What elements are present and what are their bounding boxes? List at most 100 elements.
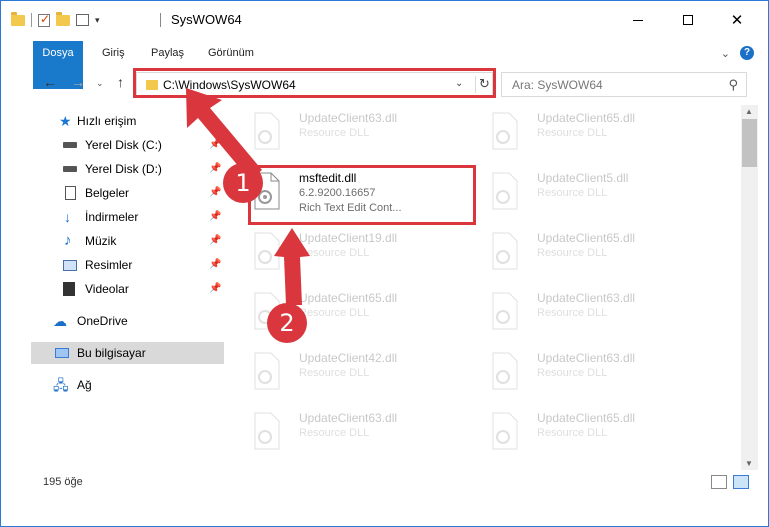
music-icon: ♪	[64, 232, 72, 249]
help-icon[interactable]: ?	[740, 46, 754, 60]
sidebar-item-label: Videolar	[85, 282, 129, 296]
dll-file-icon	[492, 172, 518, 210]
search-icon[interactable]: ⚲	[728, 77, 738, 93]
cloud-icon: ☁	[53, 313, 67, 329]
file-name: UpdateClient65.dll	[537, 111, 636, 125]
address-highlight-box	[133, 68, 496, 98]
scroll-down-icon[interactable]: ▼	[745, 459, 753, 468]
computer-icon	[55, 348, 69, 358]
pin-icon[interactable]: 📌	[209, 187, 221, 198]
file-item[interactable]: UpdateClient65.dll Resource DLL	[467, 107, 697, 155]
file-item[interactable]: UpdateClient63.dll Resource DLL	[467, 287, 697, 335]
close-button[interactable]: ✕	[714, 1, 760, 39]
dll-file-icon	[492, 292, 518, 330]
sidebar-item-videos[interactable]: Videolar 📌	[31, 278, 224, 300]
pin-icon[interactable]: 📌	[209, 235, 221, 246]
tab-view[interactable]: Görünüm	[208, 41, 254, 65]
scroll-up-icon[interactable]: ▲	[745, 107, 753, 116]
tab-share[interactable]: Paylaş	[151, 41, 184, 65]
customize-dropdown-icon[interactable]: ▾	[95, 15, 100, 26]
dll-file-icon	[254, 112, 280, 150]
forward-arrow-icon[interactable]: →	[71, 74, 85, 90]
sidebar-item-quick-access[interactable]: ★ Hızlı erişim	[31, 110, 224, 132]
tab-home[interactable]: Giriş	[102, 41, 125, 65]
star-icon: ★	[59, 113, 72, 129]
customize-icon[interactable]	[76, 14, 89, 26]
pin-icon[interactable]: 📌	[209, 139, 221, 150]
details-view-icon[interactable]	[711, 475, 727, 489]
file-type: Resource DLL	[537, 367, 608, 379]
file-name: UpdateClient5.dll	[537, 171, 629, 185]
properties-check-icon[interactable]	[38, 12, 50, 27]
dll-file-icon	[254, 412, 280, 450]
file-item[interactable]: UpdateClient65.dll Resource DLL	[229, 287, 459, 335]
sidebar-item-onedrive[interactable]: ☁ OneDrive	[31, 310, 224, 332]
sidebar-item-downloads[interactable]: ↓ İndirmeler 📌	[31, 206, 224, 228]
sidebar-item-label: Yerel Disk (C:)	[85, 138, 162, 152]
file-name: UpdateClient63.dll	[537, 291, 636, 305]
file-item[interactable]: UpdateClient65.dll Resource DLL	[467, 227, 697, 275]
sidebar-item-label: Hızlı erişim	[77, 114, 137, 128]
recent-locations-icon[interactable]: ⌄	[96, 78, 104, 89]
file-type: Resource DLL	[299, 427, 370, 439]
close-icon: ✕	[730, 12, 744, 29]
file-type: Resource DLL	[537, 307, 608, 319]
expand-ribbon-icon[interactable]: ⌄	[721, 47, 730, 60]
sidebar-item-pictures[interactable]: Resimler 📌	[31, 254, 224, 276]
file-list: UpdateClient63.dll Resource DLL UpdateCl…	[229, 105, 741, 457]
title-divider	[160, 13, 161, 27]
file-name: UpdateClient42.dll	[299, 351, 398, 365]
new-folder-icon[interactable]	[56, 11, 70, 26]
large-icons-view-icon[interactable]	[733, 475, 749, 489]
sidebar-item-local-disk-c[interactable]: Yerel Disk (C:) 📌	[31, 134, 224, 156]
sidebar-item-documents[interactable]: Belgeler 📌	[31, 182, 224, 204]
sidebar-item-local-disk-d[interactable]: Yerel Disk (D:) 📌	[31, 158, 224, 180]
sidebar-item-label: Belgeler	[85, 186, 130, 200]
dll-file-icon	[492, 112, 518, 150]
back-arrow-icon[interactable]: ←	[43, 74, 57, 90]
file-item[interactable]: UpdateClient63.dll Resource DLL	[467, 347, 697, 395]
minimize-button[interactable]	[615, 1, 661, 39]
pin-icon[interactable]: 📌	[209, 211, 221, 222]
navigation-pane: ★ Hızlı erişim Yerel Disk (C:) 📌 Yerel D…	[31, 105, 226, 455]
file-item[interactable]: UpdateClient42.dll Resource DLL	[229, 347, 459, 395]
sidebar-item-this-pc[interactable]: Bu bilgisayar	[31, 342, 224, 364]
file-item[interactable]: UpdateClient63.dll Resource DLL	[229, 407, 459, 455]
search-box[interactable]: Ara: SysWOW64 ⚲	[501, 72, 747, 97]
drive-icon	[63, 166, 77, 172]
file-name: UpdateClient65.dll	[537, 231, 636, 245]
file-name: UpdateClient19.dll	[299, 231, 398, 245]
sidebar-item-music[interactable]: ♪ Müzik 📌	[31, 230, 224, 252]
file-type: Resource DLL	[537, 247, 608, 259]
pin-icon[interactable]: 📌	[209, 163, 221, 174]
pin-icon[interactable]: 📌	[209, 259, 221, 270]
file-item[interactable]: UpdateClient65.dll Resource DLL	[467, 407, 697, 455]
step-1-callout: 1	[223, 163, 263, 203]
file-type: Resource DLL	[537, 427, 608, 439]
file-name: UpdateClient63.dll	[299, 411, 398, 425]
dll-file-icon	[492, 412, 518, 450]
file-type: Resource DLL	[299, 127, 370, 139]
file-type: Resource DLL	[537, 187, 608, 199]
search-input[interactable]: Ara: SysWOW64	[512, 78, 603, 92]
drive-icon	[63, 142, 77, 148]
file-item[interactable]: UpdateClient5.dll Resource DLL	[467, 167, 697, 215]
file-name: UpdateClient63.dll	[299, 111, 398, 125]
sidebar-item-network[interactable]: 🖧 Ağ	[31, 374, 224, 396]
maximize-button[interactable]	[665, 1, 711, 39]
scrollbar-thumb[interactable]	[742, 119, 757, 167]
ribbon-controls: ⌄ ?	[721, 46, 754, 60]
file-item[interactable]: UpdateClient63.dll Resource DLL	[229, 107, 459, 155]
documents-icon	[65, 186, 76, 200]
sidebar-item-label: İndirmeler	[85, 210, 139, 224]
ribbon-tabs: Dosya Giriş Paylaş Görünüm ⌄ ?	[1, 41, 768, 89]
up-arrow-icon[interactable]: ↑	[117, 74, 124, 90]
dll-file-icon	[254, 352, 280, 390]
sidebar-item-label: Resimler	[85, 258, 133, 272]
file-item[interactable]: UpdateClient19.dll Resource DLL	[229, 227, 459, 275]
sidebar-item-label: Müzik	[85, 234, 117, 248]
step-2-callout: 2	[267, 303, 307, 343]
pictures-icon	[63, 260, 77, 271]
vertical-scrollbar[interactable]: ▲ ▼	[741, 105, 758, 470]
pin-icon[interactable]: 📌	[209, 283, 221, 294]
